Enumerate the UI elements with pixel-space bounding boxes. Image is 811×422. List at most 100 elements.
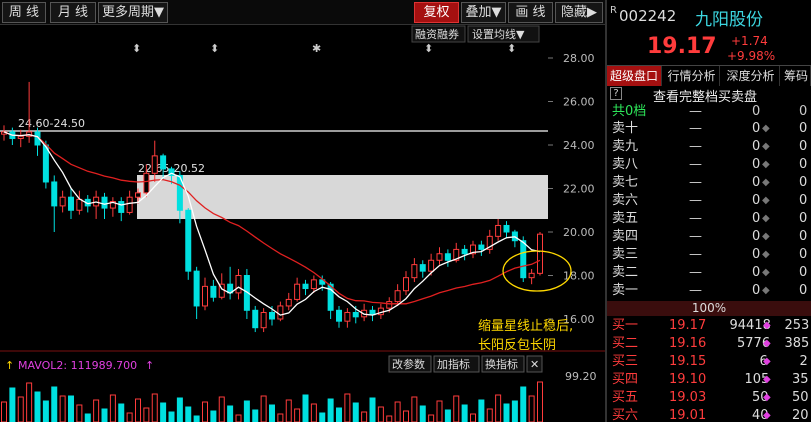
sell-count: 0 [799,211,808,226]
sell-price: — [689,157,702,172]
candle[interactable] [386,301,393,309]
candle[interactable] [151,155,158,174]
candle[interactable] [394,290,401,303]
sell-diamond-icon: ◆ [762,285,770,296]
volume-bar [93,399,100,422]
candle[interactable] [269,311,275,320]
buy-count: 253 [784,318,810,333]
candle[interactable] [17,135,24,139]
candle[interactable] [352,311,359,318]
candle[interactable] [478,244,485,250]
sell-price: — [689,211,702,226]
candle[interactable] [235,275,242,294]
candle[interactable] [277,305,284,320]
buy-diamond-icon: ◆ [763,392,771,403]
candle[interactable] [403,277,409,292]
candle[interactable] [135,192,141,198]
mavol-label: MAVOL2: 111989.700 [18,359,137,372]
tab-market-analysis[interactable]: 行情分析 [664,66,720,86]
volume-bar [503,403,510,422]
candle[interactable] [503,224,510,233]
buy-row: 买四 19.10 105 ◆ 35 [607,371,811,388]
candle[interactable] [495,224,502,237]
volume-bar [461,404,468,422]
volume-bar [428,414,435,422]
candle[interactable] [336,309,342,322]
candle[interactable] [520,240,527,279]
candle[interactable] [419,264,426,272]
candle[interactable] [118,201,125,213]
volume-bar [1,401,7,422]
sell-volume: 0 [752,193,761,208]
candle[interactable] [344,311,351,322]
r-badge: R [610,5,617,16]
candle[interactable] [185,209,192,272]
event-marker[interactable]: ⬍ [210,42,219,55]
candle[interactable] [160,155,167,170]
candle[interactable] [193,270,200,307]
draw-line-button[interactable]: 画 线 [508,2,553,23]
hide-button[interactable]: 隐藏▶ [555,2,603,23]
candle[interactable] [444,253,451,261]
candle[interactable] [310,279,317,290]
volume-bar [59,395,66,422]
sell-diamond-icon: ◆ [762,195,770,206]
candle[interactable] [59,196,66,207]
support-band [137,175,548,219]
candle[interactable] [411,264,418,279]
candle[interactable] [76,198,83,211]
event-marker[interactable]: ⬍ [507,42,516,55]
candle[interactable] [294,283,301,300]
price-change-pct: +9.98% [727,49,776,63]
tab-chips[interactable]: 筹码 [782,66,811,86]
volume-bar [528,395,535,422]
candle[interactable] [68,196,74,211]
kline-chart[interactable]: 28.00 26.00 24.00 22.00 20.00 18.00 16.00 24.6… [0,25,605,422]
candle[interactable] [210,285,217,298]
volume-bar [478,399,485,422]
tab-super-orderbook[interactable]: 超级盘口 [607,66,662,86]
candle[interactable] [537,233,543,274]
sell-price: — [689,283,702,298]
volume-bar [26,382,33,422]
help-icon[interactable]: ? [610,87,622,100]
candle[interactable] [101,196,108,209]
volume-bar [84,413,91,422]
candle[interactable] [51,181,58,207]
sell-total-price: — [689,104,702,119]
candle[interactable] [428,259,435,272]
volume-bar [118,403,125,422]
quote-tabs: 超级盘口 行情分析 深度分析 筹码 [607,66,811,86]
candle[interactable] [202,285,208,307]
candle[interactable] [252,309,259,329]
candle[interactable] [302,283,309,290]
volume-axis-label: 99.20 [565,370,597,383]
tab-deep-analysis[interactable]: 深度分析 [722,66,780,86]
event-marker[interactable]: ⬍ [424,42,433,55]
monthly-button[interactable]: 月 线 [50,2,96,23]
sell-count: 0 [799,157,808,172]
buy-price: 19.01 [669,408,707,422]
volume-bar [277,413,284,422]
more-periods-button[interactable]: 更多周期▼ [98,2,168,23]
full-orderbook-row[interactable]: ? 查看完整档买卖盘 [607,86,811,105]
candle[interactable] [436,253,443,261]
overlay-button[interactable]: 叠加▼ [461,2,506,23]
candle[interactable] [126,196,133,213]
sell-volume: 0 [752,157,761,172]
weekly-button[interactable]: 周 线 [2,2,46,23]
candle[interactable] [461,248,468,255]
adjust-button[interactable]: 复权 [414,2,459,23]
volume-bar [294,408,301,422]
candle[interactable] [285,298,292,307]
sell-volume: 0 [752,265,761,280]
candle[interactable] [143,172,150,194]
volume-bar [243,400,250,422]
candle[interactable] [260,311,267,329]
event-marker[interactable]: ✱ [312,42,321,55]
buy-level-label: 买六 [612,408,639,422]
candle[interactable] [528,272,535,279]
sell-row: 卖二 — 0 ◆ 0 [607,264,811,281]
event-marker[interactable]: ⬍ [132,42,141,55]
volume-bar [126,412,133,422]
